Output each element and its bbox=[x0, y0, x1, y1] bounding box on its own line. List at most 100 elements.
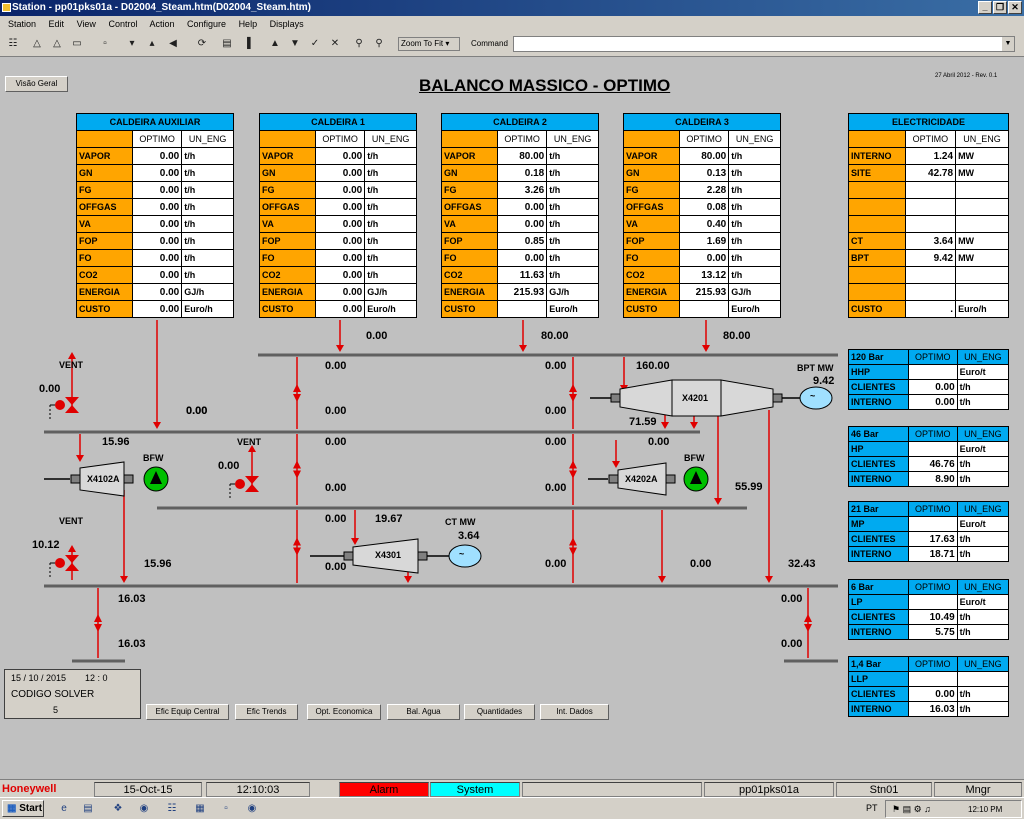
table-row: GN 0.18 t/h bbox=[441, 164, 599, 182]
row-value: 18.71 bbox=[907, 546, 958, 562]
browser-icon[interactable]: e bbox=[56, 801, 72, 816]
col-un-eng: UN_ENG bbox=[956, 426, 1010, 442]
row-value bbox=[904, 198, 957, 216]
row-unit bbox=[956, 671, 1010, 687]
table-row: INTERNO 0.00 t/h bbox=[848, 394, 1010, 410]
header-name: 46 Bar bbox=[848, 426, 909, 442]
language-indicator[interactable]: PT bbox=[866, 803, 878, 813]
station-icon[interactable]: ❖ bbox=[110, 801, 126, 816]
table-row: FG 0.00 t/h bbox=[76, 181, 234, 199]
table-row: VA 0.00 t/h bbox=[259, 215, 417, 233]
header-llp-right bbox=[784, 659, 838, 663]
x4102a-shaft-left bbox=[70, 474, 81, 484]
table-row: HHP Euro/t bbox=[848, 364, 1010, 380]
system-tray: ⚑ ▤ ⚙ ♫ 12:10 PM bbox=[885, 800, 1022, 818]
table-title: CALDEIRA AUXILIAR bbox=[76, 113, 234, 131]
row-label: INTERNO bbox=[848, 394, 909, 410]
pipe-4201-lp-arrow bbox=[714, 498, 722, 505]
system-indicator[interactable]: System bbox=[430, 782, 520, 797]
x4301-shaft-left bbox=[343, 551, 354, 561]
table-row: LLP bbox=[848, 671, 1010, 687]
bal-agua-button[interactable]: Bal. Agua bbox=[387, 704, 460, 720]
row-value: 9.42 bbox=[904, 249, 957, 267]
table-row: INTERNO 16.03 t/h bbox=[848, 701, 1010, 717]
alarm-indicator[interactable]: Alarm bbox=[339, 782, 429, 797]
row-value bbox=[904, 181, 957, 199]
row-unit: t/h bbox=[956, 686, 1010, 702]
pv-t4201-out2: 0.00 bbox=[648, 436, 670, 448]
row-unit: t/h bbox=[181, 147, 234, 165]
table-row: CUSTO. Euro/h bbox=[848, 300, 1009, 318]
pipe-c2-down-arrow bbox=[519, 345, 527, 352]
row-label: FOP bbox=[623, 232, 680, 250]
app-icon-3[interactable]: ☷ bbox=[164, 801, 180, 816]
row-value: 0.00 bbox=[907, 394, 958, 410]
col-un-eng: UN_ENG bbox=[955, 130, 1009, 148]
row-unit: t/h bbox=[728, 147, 781, 165]
row-unit: t/h bbox=[956, 609, 1010, 625]
row-unit: t/h bbox=[728, 232, 781, 250]
x4301-shaft-right bbox=[417, 551, 428, 561]
pv-c2-e: 0.00 bbox=[545, 558, 567, 570]
pv-vent3: VENT bbox=[59, 516, 84, 526]
efic-equip-central-button[interactable]: Efic Equip Central bbox=[146, 704, 229, 720]
col-optimo: OPTIMO bbox=[907, 426, 958, 442]
table-row: INTERNO 1.24 MW bbox=[848, 147, 1009, 165]
col-optimo: OPTIMO bbox=[678, 130, 730, 148]
row-value: 0.00 bbox=[314, 249, 366, 267]
row-label: LLP bbox=[848, 671, 909, 687]
row-value: 0.00 bbox=[131, 181, 183, 199]
electricity-table: ELECTRICIDADE OPTIMO UN_ENG INTERNO 1.24 MW SI… bbox=[848, 113, 1009, 318]
table-row: CUSTO Euro/h bbox=[623, 300, 781, 318]
row-value: 0.00 bbox=[131, 198, 183, 216]
row-value: 80.00 bbox=[678, 147, 730, 165]
table-row: ENERGIA 215.93 GJ/h bbox=[623, 283, 781, 301]
folder-icon[interactable]: ▤ bbox=[80, 801, 96, 816]
row-label: ENERGIA bbox=[259, 283, 316, 301]
table-row: GN 0.00 t/h bbox=[259, 164, 417, 182]
table-row: OFFGAS 0.00 t/h bbox=[259, 198, 417, 216]
row-value: 0.00 bbox=[131, 232, 183, 250]
pv-c1-a: 0.00 bbox=[325, 360, 347, 372]
table-row: CO2 11.63 t/h bbox=[441, 266, 599, 284]
excel-icon[interactable]: ▦ bbox=[192, 801, 208, 816]
pv-c2-d: 0.00 bbox=[545, 482, 567, 494]
pipe-c1-b-arrow-up bbox=[293, 460, 301, 469]
table-row: CLIENTES 17.63 t/h bbox=[848, 531, 1010, 547]
row-label: FG bbox=[441, 181, 498, 199]
row-value: 0.00 bbox=[314, 283, 366, 301]
pipe-c2-b-arrow-down bbox=[569, 470, 577, 479]
document-icon[interactable]: ▫ bbox=[218, 801, 234, 816]
row-value: 3.64 bbox=[904, 232, 957, 250]
row-label: GN bbox=[441, 164, 498, 182]
header-name: 21 Bar bbox=[848, 501, 909, 517]
status-time: 12:10:03 bbox=[206, 782, 310, 797]
efic-trends-button[interactable]: Efic Trends bbox=[235, 704, 298, 720]
col-optimo: OPTIMO bbox=[907, 579, 958, 595]
opt-economica-button[interactable]: Opt. Economica bbox=[307, 704, 381, 720]
row-value bbox=[904, 215, 957, 233]
row-value: 0.00 bbox=[907, 686, 958, 702]
row-label: OFFGAS bbox=[623, 198, 680, 216]
app-icon-2[interactable]: ◉ bbox=[136, 801, 152, 816]
row-label: FG bbox=[623, 181, 680, 199]
app-icon-4[interactable]: ◉ bbox=[244, 801, 260, 816]
row-unit: Euro/h bbox=[181, 300, 234, 318]
pipe-c1-c-arrow-up bbox=[293, 537, 301, 546]
header-table-4: 1,4 Bar OPTIMO UN_ENG LLP CLIENTES 0.00 t/h INT… bbox=[848, 656, 1010, 717]
pv-c3-e: 0.00 bbox=[690, 558, 712, 570]
row-value: 42.78 bbox=[904, 164, 957, 182]
row-label: FO bbox=[623, 249, 680, 267]
start-button[interactable]: ▦ Start bbox=[2, 800, 44, 817]
quantidades-button[interactable]: Quantidades bbox=[464, 704, 535, 720]
int-dados-button[interactable]: Int. Dados bbox=[540, 704, 609, 720]
table-row: CLIENTES 0.00 t/h bbox=[848, 379, 1010, 395]
pipe-c1-a-arrow-up bbox=[293, 384, 301, 392]
pv-tilde1: ~ bbox=[459, 549, 465, 559]
tray-icons[interactable]: ⚑ ▤ ⚙ ♫ bbox=[892, 804, 931, 815]
pv-llp-1603: 16.03 bbox=[118, 638, 146, 650]
row-value: 0.00 bbox=[496, 198, 548, 216]
header-llp-left bbox=[72, 659, 125, 663]
table-row: INTERNO 8.90 t/h bbox=[848, 471, 1010, 487]
row-label: CLIENTES bbox=[848, 456, 909, 472]
